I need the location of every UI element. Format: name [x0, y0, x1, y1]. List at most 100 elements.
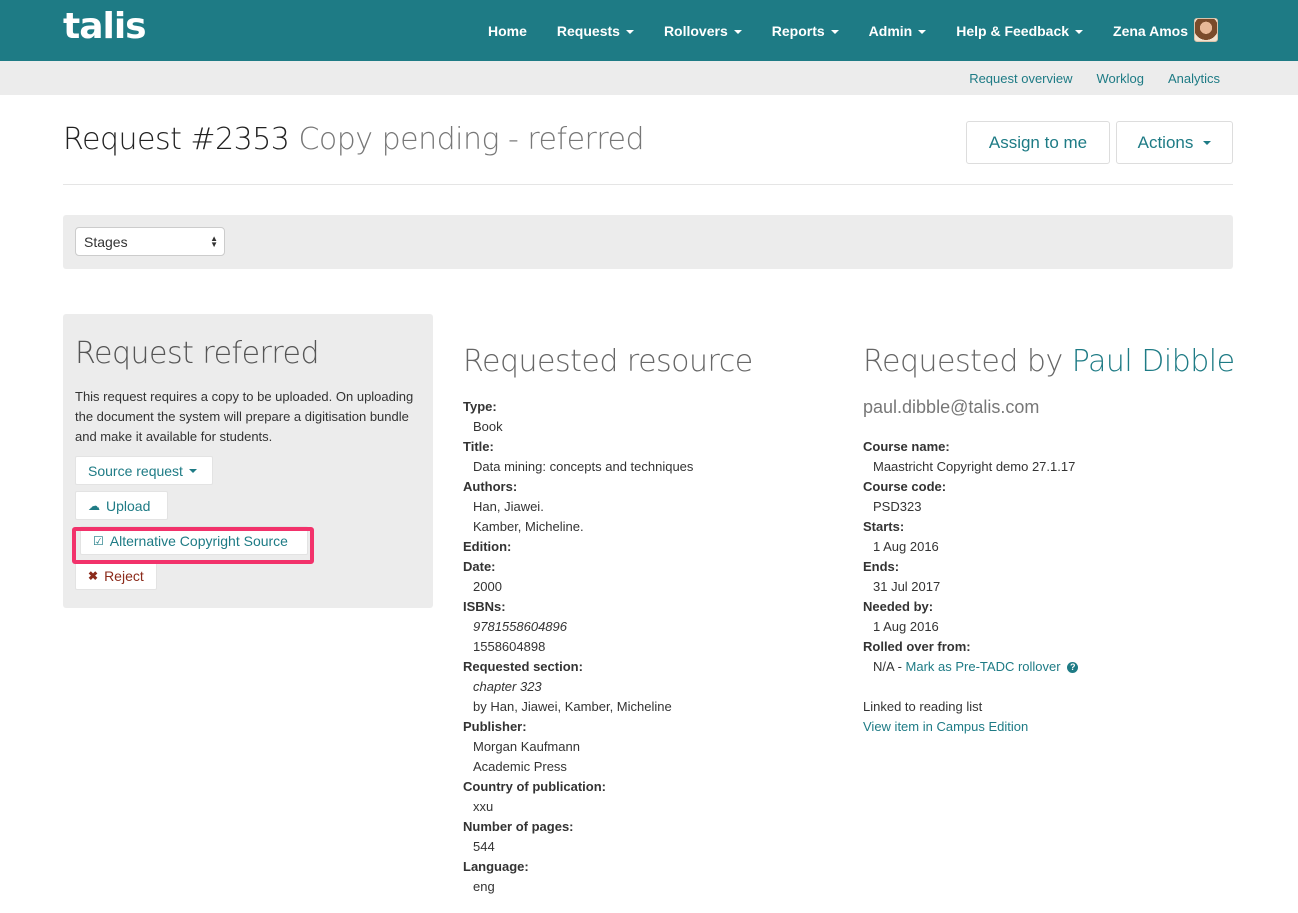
requested-resource-heading: Requested resource — [463, 344, 753, 379]
subnav-items: Request overview Worklog Analytics — [945, 61, 1220, 95]
nav-admin-label: Admin — [868, 22, 913, 39]
question-icon[interactable]: ? — [1067, 662, 1079, 674]
source-request-button[interactable]: Source request — [75, 456, 213, 485]
main-nav: Home Requests Rollovers Reports Admin He… — [458, 0, 1188, 61]
chevron-down-icon — [830, 29, 839, 34]
close-icon: ✖ — [88, 568, 99, 583]
nav-help-feedback[interactable]: Help & Feedback — [956, 22, 1084, 39]
rolled-over-row: N/A - Mark as Pre-TADC rollover ? — [863, 657, 1243, 677]
upload-label: Upload — [106, 497, 151, 514]
resource-details: Type: Book Title: Data mining: concepts … — [463, 397, 823, 897]
chevron-down-icon — [1203, 140, 1212, 145]
course-code-label: Course code: — [863, 479, 947, 494]
requester-email: paul.dibble@talis.com — [863, 397, 1040, 417]
panel-description: This request requires a copy to be uploa… — [75, 389, 414, 444]
nav-home-label: Home — [488, 22, 527, 39]
nav-requests-label: Requests — [556, 22, 620, 39]
talis-logo[interactable]: talis — [63, 6, 147, 47]
language-label: Language: — [463, 859, 529, 874]
publisher-item: Morgan Kaufmann — [473, 739, 580, 754]
date-label: Date: — [463, 559, 496, 574]
linked-reading-list-text: Linked to reading list — [863, 699, 983, 714]
author-item: Han, Jiawei. — [473, 499, 544, 514]
pages-label: Number of pages: — [463, 819, 574, 834]
requested-by-heading: Requested by Paul Dibble — [863, 344, 1235, 379]
mark-pre-tadc-link[interactable]: Mark as Pre-TADC rollover — [906, 659, 1061, 674]
author-item: Kamber, Micheline. — [473, 519, 584, 534]
reject-button[interactable]: ✖ Reject — [75, 561, 157, 590]
starts-label: Starts: — [863, 519, 905, 534]
title-value: Data mining: concepts and techniques — [473, 459, 694, 474]
sub-navbar: Request overview Worklog Analytics — [0, 61, 1298, 95]
ends-label: Ends: — [863, 559, 900, 574]
isbn-item: 1558604898 — [473, 639, 546, 654]
date-value: 2000 — [473, 579, 502, 594]
page-title: Request #2353 Copy pending - referred — [63, 122, 645, 157]
publisher-label: Publisher: — [463, 719, 527, 734]
stages-bar: Stages ▲ ▼ — [63, 215, 1233, 269]
nav-reports-label: Reports — [771, 22, 825, 39]
chevron-down-icon — [1075, 29, 1084, 34]
needed-by-label: Needed by: — [863, 599, 934, 614]
avatar[interactable] — [1194, 18, 1218, 42]
starts-value: 1 Aug 2016 — [873, 539, 939, 554]
section-value: chapter 323 — [473, 679, 542, 694]
nav-rollovers-label: Rollovers — [663, 22, 728, 39]
nav-rollovers[interactable]: Rollovers — [664, 23, 742, 39]
type-value: Book — [473, 419, 503, 434]
ends-value: 31 Jul 2017 — [873, 579, 941, 594]
subnav-worklog[interactable]: Worklog — [1097, 71, 1144, 86]
assign-to-me-button[interactable]: Assign to me — [966, 121, 1110, 164]
requester-details: Course name: Maastricht Copyright demo 2… — [863, 437, 1243, 737]
reject-label: Reject — [104, 567, 144, 584]
country-value: xxu — [473, 799, 494, 814]
stages-selected: Stages — [84, 234, 128, 250]
nav-requests[interactable]: Requests — [557, 23, 634, 39]
country-label: Country of publication: — [463, 779, 606, 794]
requester-name-link[interactable]: Paul Dibble — [1072, 344, 1235, 379]
rolled-over-value: N/A - — [873, 659, 902, 674]
course-name-label: Course name: — [863, 439, 950, 454]
needed-by-value: 1 Aug 2016 — [873, 619, 939, 634]
section-by: by Han, Jiawei, Kamber, Micheline — [473, 699, 672, 714]
nav-home[interactable]: Home — [488, 23, 527, 39]
language-value: eng — [473, 879, 495, 894]
nav-admin[interactable]: Admin — [869, 23, 927, 39]
actions-label: Actions — [1137, 132, 1194, 152]
nav-user-name[interactable]: Zena Amos — [1113, 23, 1188, 39]
view-in-campus-edition-link[interactable]: View item in Campus Edition — [863, 717, 1243, 737]
actions-button[interactable]: Actions — [1116, 121, 1233, 164]
nav-help-label: Help & Feedback — [956, 22, 1070, 39]
select-arrows-icon: ▲ ▼ — [210, 234, 218, 249]
chevron-down-icon — [188, 468, 197, 473]
pages-value: 544 — [473, 839, 495, 854]
isbns-label: ISBNs: — [463, 599, 506, 614]
stages-select[interactable]: Stages ▲ ▼ — [75, 227, 225, 256]
cloud-upload-icon: ☁ — [88, 498, 100, 513]
chevron-down-icon — [918, 29, 927, 34]
chevron-down-icon — [733, 29, 742, 34]
panel-heading: Request referred — [75, 336, 320, 371]
top-navbar: talis Home Requests Rollovers Reports Ad… — [0, 0, 1298, 61]
course-name-value: Maastricht Copyright demo 27.1.17 — [873, 459, 1076, 474]
title-label: Title: — [463, 439, 494, 454]
subnav-analytics[interactable]: Analytics — [1168, 71, 1220, 86]
authors-label: Authors: — [463, 479, 518, 494]
subnav-request-overview[interactable]: Request overview — [969, 71, 1072, 86]
request-number: Request #2353 — [63, 122, 290, 157]
publisher-item: Academic Press — [473, 759, 567, 774]
type-label: Type: — [463, 399, 497, 414]
header-divider — [63, 184, 1233, 185]
upload-button[interactable]: ☁ Upload — [75, 491, 168, 520]
request-status: Copy pending - referred — [298, 122, 645, 157]
course-code-link[interactable]: PSD323 — [863, 497, 1243, 517]
section-label: Requested section: — [463, 659, 583, 674]
chevron-down-icon — [625, 29, 634, 34]
highlight-box — [72, 527, 314, 564]
requested-by-prefix: Requested by — [863, 344, 1063, 379]
source-request-label: Source request — [88, 462, 183, 479]
isbn-item: 9781558604896 — [473, 619, 567, 634]
edition-label: Edition: — [463, 539, 512, 554]
nav-reports[interactable]: Reports — [772, 23, 839, 39]
